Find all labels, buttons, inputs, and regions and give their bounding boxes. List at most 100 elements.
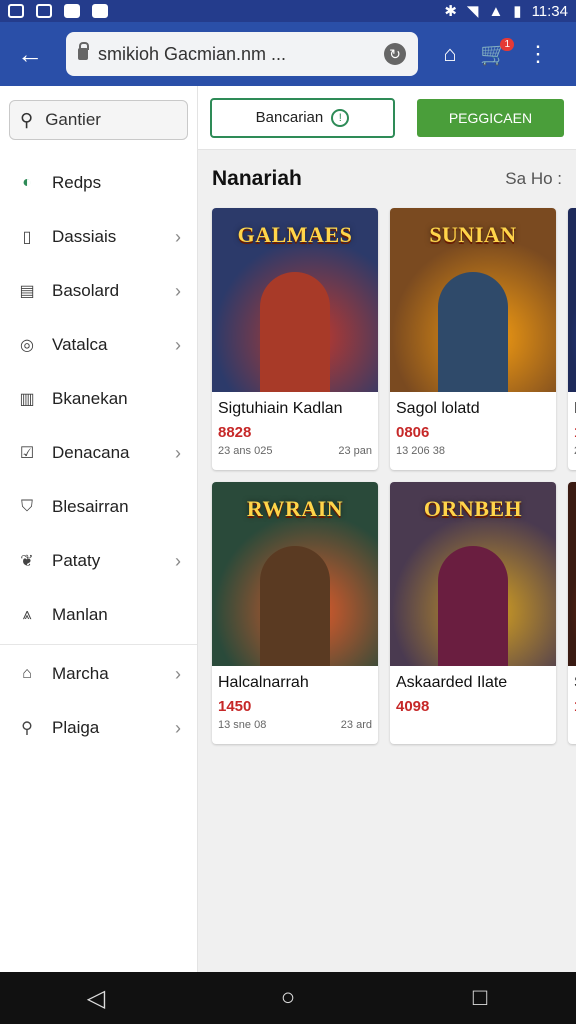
game-card[interactable]: SUNIAN Sagol lolatd 0806 13 206 38 xyxy=(390,208,556,470)
chevron-right-icon: › xyxy=(175,717,181,738)
meta-left: 13 sne 08 xyxy=(218,719,267,731)
sidebar-item-label: Pataty xyxy=(52,551,101,570)
game-card[interactable]: RWRAIN Halcalnarrah 1450 13 sne 08 23 ard xyxy=(212,482,378,744)
b-app-icon xyxy=(36,4,52,18)
game-cover-image: DESHEK xyxy=(568,208,576,392)
sidebar-item-label: Dassiais xyxy=(52,227,117,246)
bluetooth-icon: ✱ xyxy=(444,3,457,20)
status-time: 11:34 xyxy=(531,2,568,20)
sidebar-item-dassiais[interactable]: ▯ Dassiais › xyxy=(0,210,197,264)
reload-icon[interactable]: ↻ xyxy=(384,43,406,65)
character-figure xyxy=(438,272,508,392)
game-logo: SUNIAN xyxy=(429,222,517,247)
chevron-right-icon: › xyxy=(175,280,181,301)
game-cover-image: GALMAES xyxy=(212,208,378,392)
sidebar-item-label: Blesairran xyxy=(52,497,129,516)
chat-icon xyxy=(64,4,80,18)
chevron-right-icon: › xyxy=(175,442,181,463)
url-text: smikioh Gacmian.nm ... xyxy=(98,43,287,64)
search-button[interactable]: Bancarian ! xyxy=(210,97,395,138)
section-header: Nanariah Sa Ho : xyxy=(198,150,576,208)
shield-icon: ⛉ xyxy=(20,498,33,515)
address-bar[interactable]: smikioh Gacmian.nm ... ↻ xyxy=(66,32,418,76)
sidebar-item-blesairran[interactable]: ⛉ Blesairran xyxy=(0,480,197,534)
meta-right: 23 ard xyxy=(340,719,372,731)
game-logo: GALMAES xyxy=(237,222,353,247)
meta-right: 23 pan xyxy=(338,445,372,457)
sidebar: ⚲ Gantier ◐ Redps ▯ Dassiais › ▤ Basolard › ◎ Vat… xyxy=(0,86,198,972)
game-card[interactable]: GALMAES Sigtuhiain Kadlan 8828 23 ans 025 23… xyxy=(212,208,378,470)
document-icon: ▤ xyxy=(19,283,35,300)
chevron-right-icon: › xyxy=(175,334,181,355)
search-button-label: Bancarian xyxy=(255,109,324,126)
game-card[interactable]: DEUBLESSimalan Tan1952 xyxy=(568,482,576,744)
sidebar-item-label: Redps xyxy=(52,173,102,192)
cart-icon[interactable]: 🛒 1 xyxy=(472,32,516,76)
back-arrow-icon[interactable]: ← xyxy=(10,34,50,74)
sidebar-item-manlan[interactable]: ⩓ Manlan xyxy=(0,588,197,642)
game-meta: 23 ans 025 23 pan xyxy=(218,445,372,457)
game-price: 0806 xyxy=(396,424,430,441)
game-grid: GALMAES Sigtuhiain Kadlan 8828 23 ans 025 23… xyxy=(198,208,576,744)
more-menu-icon[interactable]: ⋮ xyxy=(516,32,560,76)
nav-back-icon[interactable]: ◁ xyxy=(66,984,126,1013)
game-meta: 13 sne 08 23 ard xyxy=(218,719,372,731)
meta-left: 23 ans 025 xyxy=(218,445,273,457)
sidebar-item-pataty[interactable]: ❦ Pataty › xyxy=(0,534,197,588)
home-icon[interactable]: ⌂ xyxy=(428,32,472,76)
game-cover-image: RWRAIN xyxy=(212,482,378,666)
sidebar-search-text: Gantier xyxy=(45,110,101,129)
sidebar-divider xyxy=(0,644,197,645)
search-icon: ⚲ xyxy=(20,109,34,130)
nav-home-icon[interactable]: ○ xyxy=(258,984,318,1012)
sidebar-item-label: Bkanekan xyxy=(52,389,128,408)
game-price: 4098 xyxy=(396,698,430,715)
browser-toolbar: ← smikioh Gacmian.nm ... ↻ ⌂ 🛒 1 ⋮ xyxy=(0,22,576,86)
building-icon: ▥ xyxy=(19,391,35,408)
search-icon: ⚲ xyxy=(21,720,33,737)
wifi-icon: ◥ xyxy=(466,3,479,20)
sidebar-item-label: Marcha xyxy=(52,664,109,683)
system-nav-bar: ◁ ○ □ xyxy=(0,972,576,1024)
recent-icon: ◐ xyxy=(22,174,32,191)
checkbox-icon: ☑ xyxy=(19,445,35,462)
game-cover-image: DEUBLES xyxy=(568,482,576,666)
game-card[interactable]: DESHEKMalsag Haiblema19.2823 ans 02523 p… xyxy=(568,208,576,470)
game-title: Sigtuhiain Kadlan xyxy=(218,400,343,417)
sidebar-item-marcha[interactable]: ⌂ Marcha › xyxy=(0,647,197,701)
game-card[interactable]: ORNBEH Askaarded Ilate 4098 xyxy=(390,482,556,744)
status-icons-left xyxy=(8,4,108,18)
sidebar-nav: ◐ Redps ▯ Dassiais › ▤ Basolard › ◎ Vatalca › ▥ Bkan… xyxy=(0,156,197,755)
sidebar-item-label: Manlan xyxy=(52,605,108,624)
register-button[interactable]: PEGGICAEN xyxy=(416,98,564,137)
action-bar: Bancarian ! PEGGICAEN xyxy=(198,86,576,150)
battery-icon: ▮ xyxy=(513,3,522,20)
sidebar-item-vatalca[interactable]: ◎ Vatalca › xyxy=(0,318,197,372)
status-bar: ✱ ◥ ▲ ▮ 11:34 xyxy=(0,0,576,22)
leaf-icon: ❦ xyxy=(20,553,34,570)
sidebar-item-label: Vatalca xyxy=(52,335,108,354)
status-icons-right: ✱ ◥ ▲ ▮ 11:34 xyxy=(444,2,568,21)
game-meta: 13 206 38 xyxy=(396,445,550,457)
lock-icon xyxy=(78,42,89,60)
chevron-right-icon: › xyxy=(175,550,181,571)
see-all-link[interactable]: Sa Ho : xyxy=(505,169,562,189)
sidebar-item-denacana[interactable]: ☑ Denacana › xyxy=(0,426,197,480)
game-price: 8828 xyxy=(218,424,252,441)
notification-icon xyxy=(92,4,108,18)
game-logo: ORNBEH xyxy=(423,496,523,521)
sidebar-item-redps[interactable]: ◐ Redps xyxy=(0,156,197,210)
search-refresh-icon: ◎ xyxy=(20,337,34,354)
person-icon: ⩓ xyxy=(22,606,32,623)
sidebar-item-bkanekan[interactable]: ▥ Bkanekan xyxy=(0,372,197,426)
game-price: 1450 xyxy=(218,698,252,715)
g-app-icon xyxy=(8,4,24,18)
sidebar-search[interactable]: ⚲ Gantier xyxy=(9,100,188,140)
section-title: Nanariah xyxy=(212,167,302,190)
game-title: Askaarded Ilate xyxy=(396,674,508,691)
main-content: Bancarian ! PEGGICAEN Nanariah Sa Ho : G… xyxy=(198,86,576,972)
sidebar-item-basolard[interactable]: ▤ Basolard › xyxy=(0,264,197,318)
nav-recents-icon[interactable]: □ xyxy=(450,984,510,1012)
sidebar-item-plaiga[interactable]: ⚲ Plaiga › xyxy=(0,701,197,755)
character-figure xyxy=(260,546,330,666)
